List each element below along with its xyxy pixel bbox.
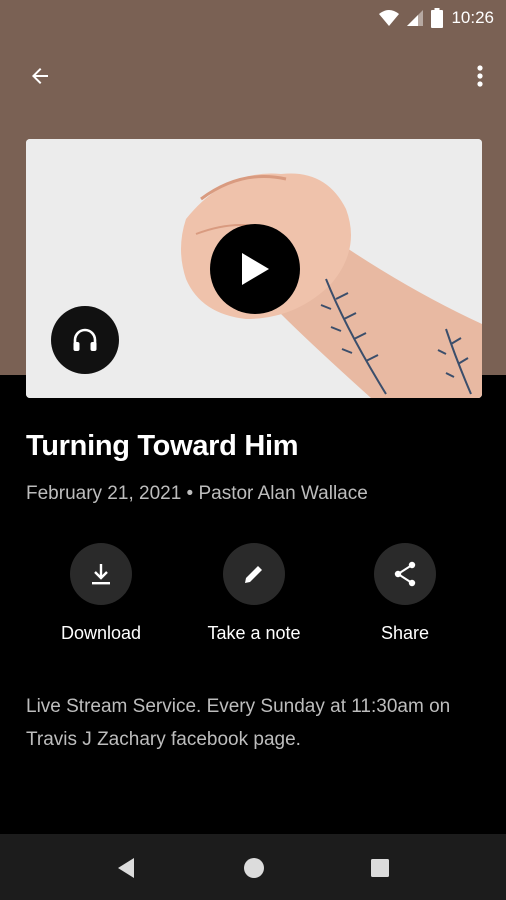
take-note-button[interactable]: Take a note [179,543,329,644]
share-label: Share [380,623,430,643]
arrow-back-icon [32,68,48,84]
sermon-thumbnail[interactable] [26,139,482,398]
nav-recents-button[interactable] [366,854,394,882]
wifi-icon [379,10,400,26]
sermon-description: Live Stream Service. Every Sunday at 11:… [26,696,451,750]
take-note-circle[interactable] [223,543,285,605]
battery-icon [431,8,444,28]
share-icon [394,561,416,587]
nav-home-icon [244,858,264,878]
download-button[interactable]: Download [26,543,176,644]
headphones-icon [73,328,97,351]
nav-home-button[interactable] [240,854,268,882]
status-icons: 10:26 [379,8,494,28]
share-button[interactable]: Share [330,543,480,644]
status-bar: 10:26 [0,0,506,36]
download-label: Download [60,623,142,643]
play-icon [242,253,269,285]
download-icon [92,564,110,585]
sermon-date-speaker: February 21, 2021 • Pastor Alan Wallace [26,483,368,504]
nav-back-button[interactable] [112,854,140,882]
sermon-title: Turning Toward Him [26,430,299,462]
status-time: 10:26 [451,8,494,27]
download-circle[interactable] [70,543,132,605]
play-button[interactable] [210,224,300,314]
listen-audio-button[interactable] [51,306,119,374]
share-circle[interactable] [374,543,436,605]
pencil-icon [245,566,262,583]
nav-recents-icon [371,859,389,877]
system-nav-bar [0,834,506,900]
take-note-label: Take a note [207,623,301,643]
action-row: Download Take a note Share [0,543,506,653]
back-button[interactable] [20,56,60,96]
nav-back-icon [118,858,134,878]
more-options-button[interactable] [468,56,492,96]
signal-icon [407,10,424,26]
more-vert-icon [477,65,483,87]
